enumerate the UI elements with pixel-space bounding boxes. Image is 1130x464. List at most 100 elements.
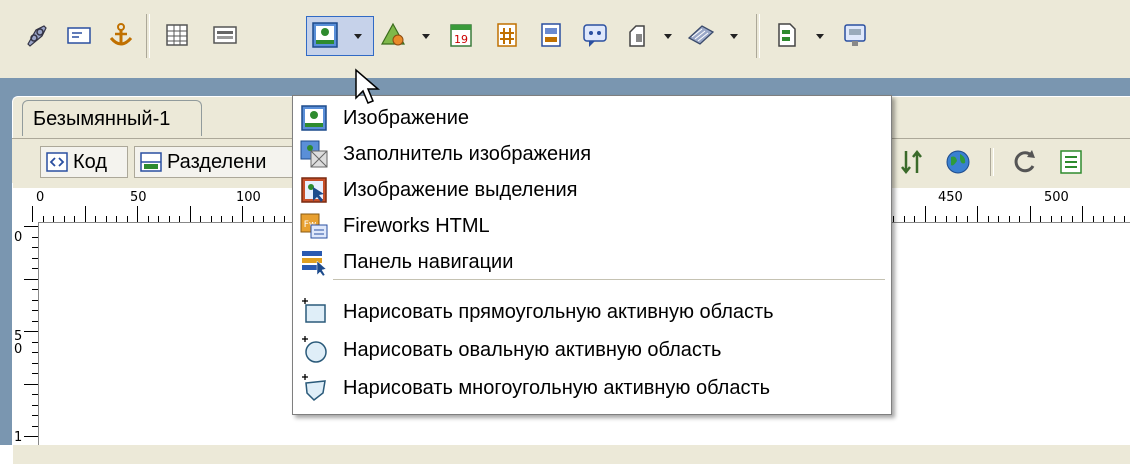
ruler-tick (1113, 216, 1115, 222)
ruler-tick (116, 216, 117, 222)
code-view-label: Код (73, 150, 108, 173)
media-dropdown-arrow-icon[interactable] (420, 30, 432, 42)
ruler-tick (63, 216, 65, 222)
preview-in-browser-icon[interactable] (944, 147, 974, 177)
refresh-icon[interactable] (1010, 147, 1040, 177)
ruler-tick (1103, 216, 1104, 222)
templates-icon[interactable] (838, 18, 872, 52)
code-view-button[interactable]: Код (40, 146, 128, 178)
ruler-tick (189, 206, 191, 222)
ruler-tick (32, 362, 38, 364)
ruler-label: 500 (1044, 190, 1069, 205)
table-icon[interactable] (160, 18, 194, 52)
ruler-tick (126, 216, 128, 222)
ruler-tick (32, 404, 38, 406)
file-management-icon[interactable] (898, 147, 928, 177)
media-icon[interactable] (376, 18, 410, 52)
script-dropdown-arrow-icon[interactable] (728, 30, 740, 42)
ruler-label: 450 (938, 190, 963, 205)
ruler-tick (32, 373, 38, 374)
image-icon (301, 105, 327, 131)
tag-chooser-icon[interactable] (770, 18, 804, 52)
named-anchor-icon[interactable] (104, 18, 138, 52)
image-insert-menu: Изображение Заполнитель изображения Изоб… (292, 95, 892, 415)
ruler-tick (284, 216, 285, 222)
ruler-tick (105, 216, 107, 222)
split-view-button[interactable]: Разделени (134, 146, 294, 178)
menu-item-polygon-hotspot[interactable]: Нарисовать многоугольную активную област… (293, 370, 891, 406)
ruler-tick (32, 247, 38, 248)
date-icon[interactable]: 19 (444, 18, 478, 52)
ruler-tick (32, 206, 33, 222)
ruler-tick (210, 216, 212, 222)
ruler-tick (74, 216, 75, 222)
template-icon[interactable] (534, 18, 568, 52)
image-icon[interactable] (308, 18, 342, 52)
ruler-tick (24, 226, 38, 227)
ruler-tick (32, 299, 38, 301)
menu-item-label: Нарисовать овальную активную область (343, 338, 722, 361)
ruler-label: 5 0 (14, 329, 23, 357)
menu-item-navigation-bar[interactable]: Панель навигации (293, 244, 891, 280)
ruler-tick (1061, 216, 1062, 222)
ruler-tick (924, 206, 926, 222)
ruler-tick (42, 216, 44, 222)
menu-separator (333, 279, 885, 280)
ruler-tick (1071, 216, 1073, 222)
ruler-tick (32, 415, 38, 416)
polygon-hotspot-icon (302, 374, 326, 401)
email-link-icon[interactable] (62, 18, 96, 52)
document-tab[interactable]: Безымянный-1 (22, 100, 202, 136)
ruler-tick (24, 436, 38, 437)
ruler-label: 1 (14, 430, 23, 445)
ruler-tick (977, 206, 978, 222)
head-tags-icon[interactable] (620, 18, 654, 52)
ruler-tick (147, 216, 149, 222)
ruler-tick (1092, 216, 1094, 222)
ruler-tick (263, 216, 264, 222)
view-options-icon[interactable] (1056, 147, 1086, 177)
server-side-include-icon[interactable] (490, 18, 524, 52)
menu-item-label: Нарисовать прямоугольную активную област… (343, 300, 774, 323)
split-view-label: Разделени (167, 150, 267, 173)
ruler-tick (956, 216, 957, 222)
ruler-label: 0 (14, 230, 23, 245)
menu-item-rollover-image[interactable]: Изображение выделения (293, 172, 891, 208)
ruler-tick (1040, 216, 1041, 222)
ruler-tick (179, 216, 180, 222)
ruler-tick (32, 341, 38, 343)
tag-chooser-dropdown-arrow-icon[interactable] (814, 30, 826, 42)
menu-item-label: Панель навигации (343, 250, 514, 273)
ruler-tick (966, 216, 968, 222)
ruler-tick (1019, 216, 1020, 222)
ruler-tick (24, 383, 38, 385)
menu-item-fireworks-html[interactable]: Fw Fireworks HTML (293, 208, 891, 244)
menu-item-label: Нарисовать многоугольную активную област… (343, 376, 771, 399)
ruler-tick (945, 216, 947, 222)
menu-item-image-placeholder[interactable]: Заполнитель изображения (293, 136, 891, 172)
ruler-tick (84, 206, 86, 222)
ruler-tick (158, 216, 159, 222)
menu-item-label: Заполнитель изображения (343, 142, 592, 165)
hyperlink-icon[interactable] (20, 18, 54, 52)
menu-item-rect-hotspot[interactable]: Нарисовать прямоугольную активную област… (293, 294, 891, 330)
image-dropdown-arrow-icon[interactable] (352, 30, 364, 42)
ruler-tick (32, 310, 38, 311)
ruler-tick (24, 331, 38, 332)
ruler-tick (32, 352, 38, 353)
ruler-tick (221, 216, 222, 222)
ruler-tick (32, 268, 38, 269)
comment-icon[interactable] (578, 18, 612, 52)
script-icon[interactable] (684, 18, 718, 52)
ruler-tick (231, 216, 233, 222)
ruler-tick (1082, 206, 1083, 222)
div-layer-icon[interactable] (208, 18, 242, 52)
image-placeholder-icon (300, 140, 328, 168)
ruler-tick (914, 216, 915, 222)
ruler-tick (32, 394, 38, 395)
rect-hotspot-icon (302, 298, 326, 323)
menu-item-label: Изображение (343, 106, 469, 129)
head-tags-dropdown-arrow-icon[interactable] (662, 30, 674, 42)
menu-item-oval-hotspot[interactable]: Нарисовать овальную активную область (293, 332, 891, 368)
ruler-tick (252, 216, 254, 222)
